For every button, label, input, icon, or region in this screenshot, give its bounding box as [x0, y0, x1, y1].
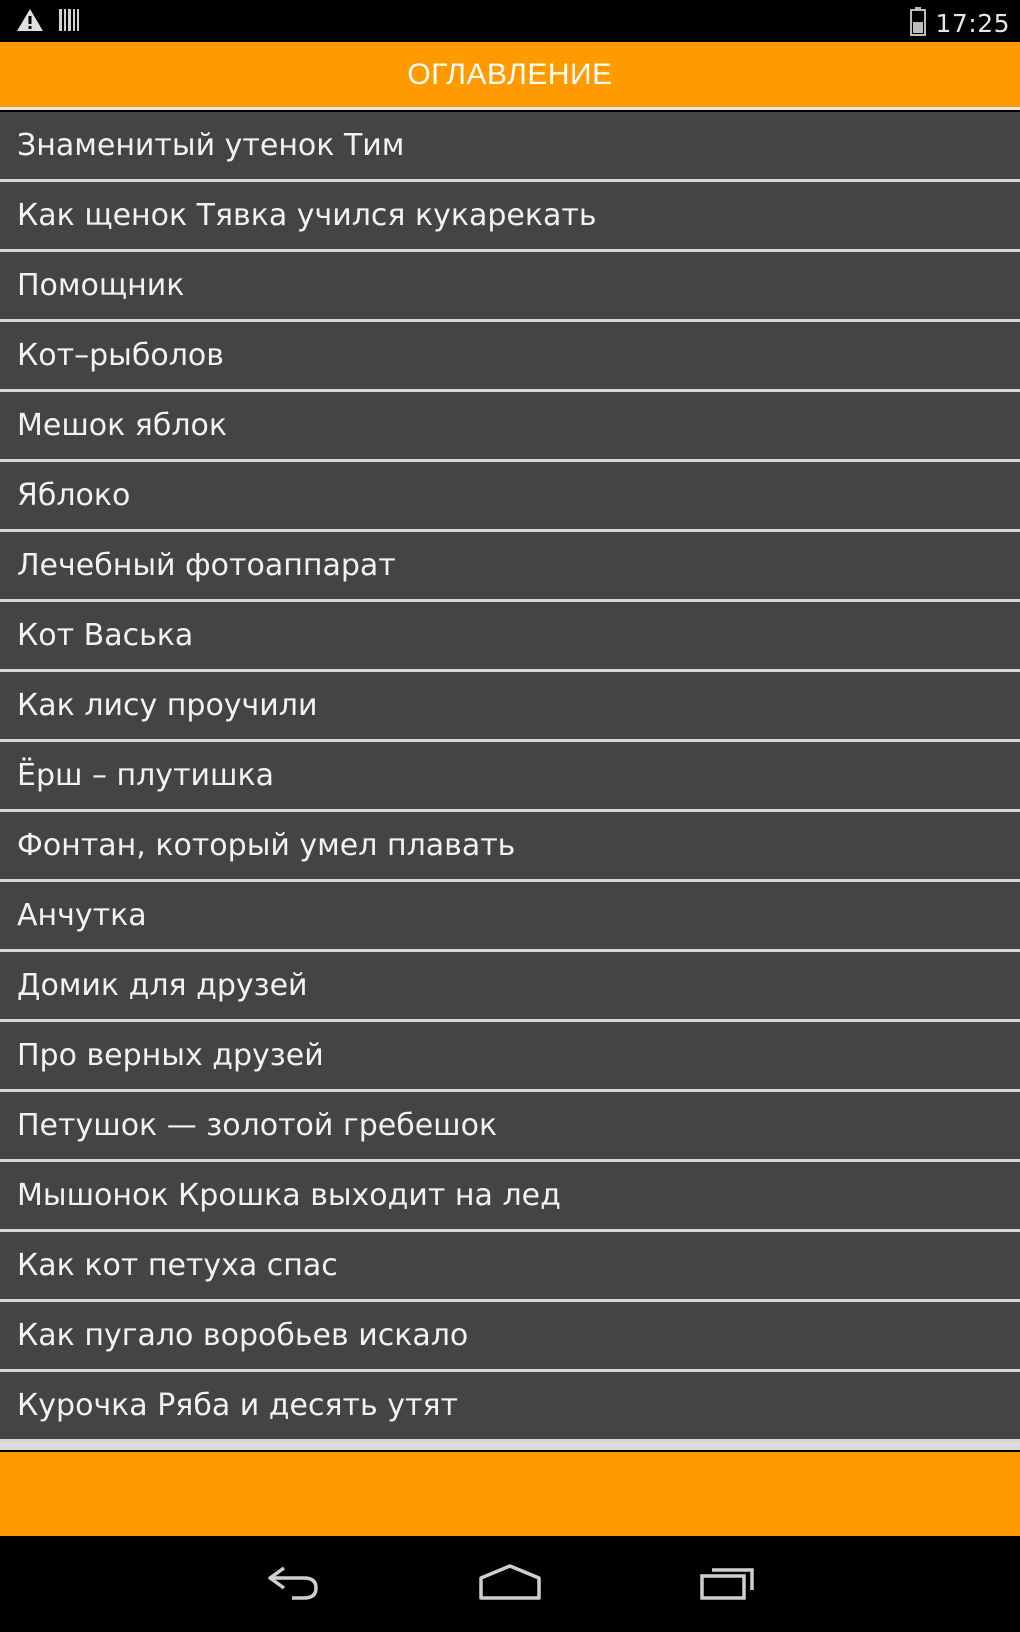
toc-item-label: Фонтан, который умел плавать: [17, 828, 516, 863]
toc-item-label: Как щенок Тявка учился кукарекать: [17, 198, 597, 233]
toc-item-label: Петушок — золотой гребешок: [17, 1108, 498, 1143]
toc-item[interactable]: Мышонок Крошка выходит на лед: [0, 1162, 1020, 1232]
clock: 17:25: [935, 8, 1010, 38]
toc-item[interactable]: Как пугало воробьев искало: [0, 1302, 1020, 1372]
toc-item-label: Как лису проучили: [17, 688, 318, 723]
toc-item-label: Кот Васька: [17, 618, 194, 653]
back-icon: [262, 1562, 322, 1606]
toc-item-label: Про верных друзей: [17, 1038, 324, 1073]
toc-item-label: Яблоко: [17, 478, 131, 513]
battery-icon: [909, 6, 927, 40]
toc-item-label: Курочка Ряба и десять утят: [17, 1388, 458, 1423]
toc-item[interactable]: Петушок — золотой гребешок: [0, 1092, 1020, 1162]
toc-item[interactable]: Лечебный фотоаппарат: [0, 532, 1020, 602]
toc-item-label: Как пугало воробьев искало: [17, 1318, 469, 1353]
toc-item-label: Мышонок Крошка выходит на лед: [17, 1178, 561, 1213]
toc-item[interactable]: Кот Васька: [0, 602, 1020, 672]
toc-item[interactable]: Помощник: [0, 252, 1020, 322]
page-title: ОГЛАВЛЕНИЕ: [407, 57, 613, 91]
home-button[interactable]: [470, 1556, 550, 1612]
recent-apps-button[interactable]: [688, 1556, 768, 1612]
toc-item[interactable]: Курочка Ряба и десять утят: [0, 1372, 1020, 1442]
status-bar: 17:25: [0, 0, 1020, 42]
back-button[interactable]: [252, 1556, 332, 1612]
home-icon: [477, 1562, 543, 1606]
toc-item[interactable]: Анчутка: [0, 882, 1020, 952]
footer-bar: [0, 1452, 1020, 1536]
status-left-icons: [16, 8, 80, 36]
app-header: ОГЛАВЛЕНИЕ: [0, 42, 1020, 110]
toc-item-label: Ёрш – плутишка: [17, 758, 274, 793]
toc-item[interactable]: Домик для друзей: [0, 952, 1020, 1022]
toc-item-label: Лечебный фотоаппарат: [17, 548, 396, 583]
warning-icon: [16, 8, 44, 36]
toc-item-label: Анчутка: [17, 898, 147, 933]
toc-item[interactable]: Кот–рыболов: [0, 322, 1020, 392]
barcode-icon: [58, 8, 80, 36]
toc-item-label: Как кот петуха спас: [17, 1248, 338, 1283]
toc-item[interactable]: Фонтан, который умел плавать: [0, 812, 1020, 882]
toc-item[interactable]: Как щенок Тявка учился кукарекать: [0, 182, 1020, 252]
toc-item[interactable]: Ёрш – плутишка: [0, 742, 1020, 812]
toc-item[interactable]: Как кот петуха спас: [0, 1232, 1020, 1302]
screen: 17:25 ОГЛАВЛЕНИЕ Знаменитый утенок Тим К…: [0, 0, 1020, 1632]
toc-list[interactable]: Знаменитый утенок Тим Как щенок Тявка уч…: [0, 112, 1020, 1450]
navigation-bar: [0, 1536, 1020, 1632]
recent-apps-icon: [698, 1562, 758, 1606]
toc-item[interactable]: Как лису проучили: [0, 672, 1020, 742]
status-right-area: 17:25: [909, 6, 1010, 40]
toc-item-label: Кот–рыболов: [17, 338, 224, 373]
toc-item[interactable]: Знаменитый утенок Тим: [0, 112, 1020, 182]
toc-item[interactable]: Про верных друзей: [0, 1022, 1020, 1092]
toc-item-label: Мешок яблок: [17, 408, 227, 443]
toc-item[interactable]: Мешок яблок: [0, 392, 1020, 462]
toc-item-label: Знаменитый утенок Тим: [17, 128, 405, 163]
toc-item-label: Домик для друзей: [17, 968, 308, 1003]
toc-item-label: Помощник: [17, 268, 185, 303]
toc-item[interactable]: Яблоко: [0, 462, 1020, 532]
